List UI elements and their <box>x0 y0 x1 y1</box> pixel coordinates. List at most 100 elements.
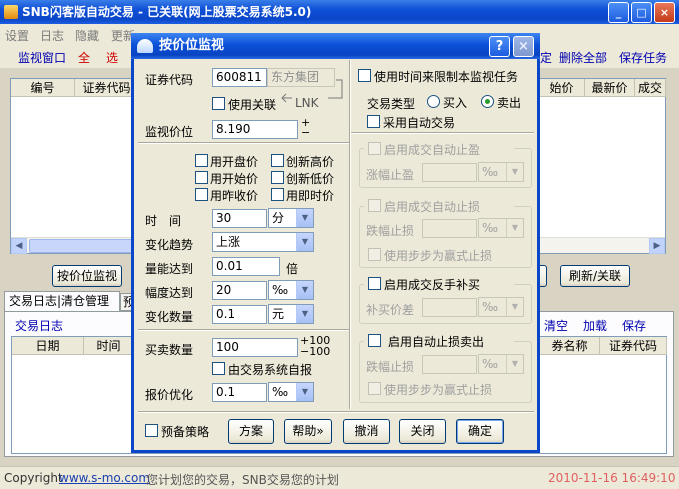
tab-trade-log[interactable]: 交易日志|清仓管理 <box>4 291 120 311</box>
time-unit-value: 分 <box>272 211 285 225</box>
slogan: 您计划您的交易，SNB交易您的计划 <box>146 473 339 487</box>
delete-all-button[interactable]: 删除全部 <box>559 49 607 66</box>
realtime-price-checkbox[interactable] <box>271 188 284 201</box>
select-all-button[interactable]: 全 <box>78 49 90 66</box>
open-price-checkbox[interactable] <box>195 154 208 167</box>
reverse-buy-checkbox[interactable] <box>368 277 381 290</box>
col-header[interactable]: 成交 <box>635 79 666 97</box>
close-button[interactable]: × <box>654 2 675 23</box>
undo-button[interactable]: 撤消 <box>343 419 390 444</box>
chevron-down-icon[interactable]: ▼ <box>296 383 313 401</box>
time-limit-checkbox[interactable] <box>358 69 371 82</box>
new-low-checkbox[interactable] <box>271 171 284 184</box>
price-down-icon[interactable]: − <box>301 126 310 139</box>
step-stop-label-2: 使用步步为赢式止损 <box>384 383 493 397</box>
scroll-left-icon[interactable]: ◀ <box>11 238 27 254</box>
refresh-link-button[interactable]: 刷新/关联 <box>560 265 630 287</box>
chevron-down-icon[interactable]: ▼ <box>296 233 313 251</box>
vertical-divider <box>349 60 351 409</box>
start-price-checkbox[interactable] <box>195 171 208 184</box>
divider <box>351 132 534 134</box>
col-header[interactable]: 日期 <box>12 337 84 355</box>
change-qty-label: 变化数量 <box>145 310 194 324</box>
time-limit-label: 使用时间来限制本监视任务 <box>374 70 519 84</box>
maximize-button[interactable]: □ <box>631 2 652 23</box>
sell-radio[interactable] <box>481 95 494 108</box>
quote-opt-input[interactable]: 0.1 <box>212 383 267 402</box>
stock-code-input[interactable]: 600811 <box>212 68 267 87</box>
step-stop-checkbox <box>368 248 381 261</box>
chevron-down-icon[interactable]: ▼ <box>296 305 313 323</box>
menu-hide[interactable]: 隐藏 <box>75 27 99 44</box>
minimize-button[interactable]: _ <box>608 2 629 23</box>
prev-close-checkbox[interactable] <box>195 188 208 201</box>
fall-label: 跌幅止损 <box>366 224 415 238</box>
quote-opt-unit-select[interactable]: ‰ ▼ <box>268 382 314 402</box>
confirm-link[interactable]: 定 <box>540 49 552 66</box>
chevron-down-icon: ▼ <box>506 163 523 181</box>
chevron-down-icon[interactable]: ▼ <box>296 209 313 227</box>
dialog-close-icon[interactable]: × <box>513 36 534 57</box>
clear-button[interactable]: 清空 <box>544 317 568 334</box>
trade-qty-input[interactable]: 100 <box>212 338 298 357</box>
trend-select[interactable]: 上涨 ▼ <box>212 232 314 252</box>
sell-label: 卖出 <box>497 96 522 110</box>
time-input[interactable]: 30 <box>212 209 267 228</box>
help-icon[interactable]: ? <box>489 36 510 57</box>
price-monitor-button[interactable]: 按价位监视 <box>52 265 122 287</box>
chevron-down-icon: ▼ <box>506 355 523 373</box>
select-button[interactable]: 选 <box>106 49 118 66</box>
col-header[interactable]: 证券代码 <box>600 337 667 355</box>
buy-radio[interactable] <box>427 95 440 108</box>
auto-trade-checkbox[interactable] <box>367 115 380 128</box>
quote-opt-label: 报价优化 <box>145 388 194 402</box>
take-profit-label: 启用成交自动止盈 <box>384 143 481 157</box>
use-link-label: 使用关联 <box>228 98 277 112</box>
amplitude-unit-value: ‰ <box>272 283 289 297</box>
monitor-window-label: 监视窗口 <box>18 51 67 65</box>
monitor-price-input[interactable]: 8.190 <box>212 120 298 139</box>
chevron-down-icon[interactable]: ▼ <box>296 281 313 299</box>
new-high-checkbox[interactable] <box>271 154 284 167</box>
col-header[interactable]: 最新价 <box>585 79 635 97</box>
col-header[interactable]: 始价 <box>539 79 585 97</box>
menu-log[interactable]: 日志 <box>40 27 64 44</box>
divider <box>138 142 349 144</box>
buy-label: 买入 <box>443 96 468 110</box>
preset-strategy-checkbox[interactable] <box>145 424 158 437</box>
chevron-down-icon: ▼ <box>506 298 523 316</box>
scroll-right-icon[interactable]: ▶ <box>649 238 665 254</box>
menu-settings[interactable]: 设置 <box>5 27 29 44</box>
save-button[interactable]: 保存 <box>622 317 646 334</box>
col-header[interactable]: 券名称 <box>540 337 600 355</box>
volume-input[interactable]: 0.01 <box>212 257 280 276</box>
col-header[interactable]: 时间 <box>84 337 134 355</box>
time-unit-select[interactable]: 分 ▼ <box>268 208 314 228</box>
time-label: 时 间 <box>145 214 182 228</box>
plan-button[interactable]: 方案 <box>228 419 274 444</box>
website-link[interactable]: www.s-mo.com <box>59 471 150 485</box>
help-button[interactable]: 帮助» <box>284 419 332 444</box>
scroll-thumb[interactable] <box>29 239 139 253</box>
divider <box>138 329 349 331</box>
amplitude-unit-select[interactable]: ‰ ▼ <box>268 280 314 300</box>
start-price-label: 用开始价 <box>210 172 259 186</box>
trade-qty-minus-button[interactable]: −100 <box>300 345 330 358</box>
reverse-buy-label: 启用成交反手补买 <box>384 278 481 292</box>
close-dialog-button[interactable]: 关闭 <box>399 419 446 444</box>
col-header[interactable]: 证券代码 <box>75 79 139 97</box>
system-report-label: 由交易系统自报 <box>228 363 313 377</box>
col-header[interactable]: 编号 <box>11 79 75 97</box>
use-link-checkbox[interactable] <box>212 97 225 110</box>
load-button[interactable]: 加载 <box>583 317 607 334</box>
take-profit-checkbox[interactable] <box>368 142 381 155</box>
stop-loss-checkbox[interactable] <box>368 199 381 212</box>
auto-stop-sell-checkbox[interactable] <box>368 334 381 347</box>
ok-button[interactable]: 确定 <box>456 419 504 444</box>
amplitude-input[interactable]: 20 <box>212 281 267 300</box>
change-qty-unit-value: 元 <box>272 307 285 321</box>
save-task-button[interactable]: 保存任务 <box>619 49 667 66</box>
change-qty-input[interactable]: 0.1 <box>212 305 267 324</box>
change-qty-unit-select[interactable]: 元 ▼ <box>268 304 314 324</box>
system-report-checkbox[interactable] <box>212 362 225 375</box>
